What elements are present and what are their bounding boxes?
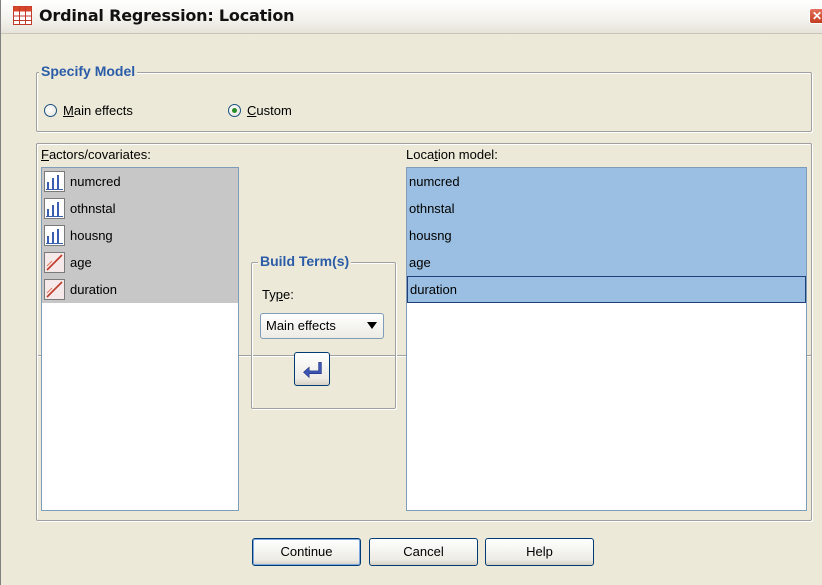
main-effects-radio-circle[interactable] xyxy=(44,104,57,117)
main-effects-label: Main effects xyxy=(63,103,133,118)
table-icon xyxy=(13,6,32,25)
title-bar: Ordinal Regression: Location ✕ xyxy=(1,0,822,34)
specify-model-group xyxy=(36,72,812,132)
window-title: Ordinal Regression: Location xyxy=(39,6,295,25)
custom-radio[interactable]: Custom xyxy=(228,103,292,118)
cancel-button[interactable]: Cancel xyxy=(369,538,478,566)
dialog-window: Ordinal Regression: Location ✕ Specify M… xyxy=(0,0,822,585)
help-button[interactable]: Help xyxy=(485,538,594,566)
continue-button[interactable]: Continue xyxy=(252,538,361,566)
specify-model-legend: Specify Model xyxy=(39,63,138,79)
close-button[interactable]: ✕ xyxy=(809,8,822,24)
custom-label: Custom xyxy=(247,103,292,118)
main-effects-radio[interactable]: Main effects xyxy=(44,103,133,118)
custom-radio-circle[interactable] xyxy=(228,104,241,117)
variables-frame xyxy=(36,143,812,521)
